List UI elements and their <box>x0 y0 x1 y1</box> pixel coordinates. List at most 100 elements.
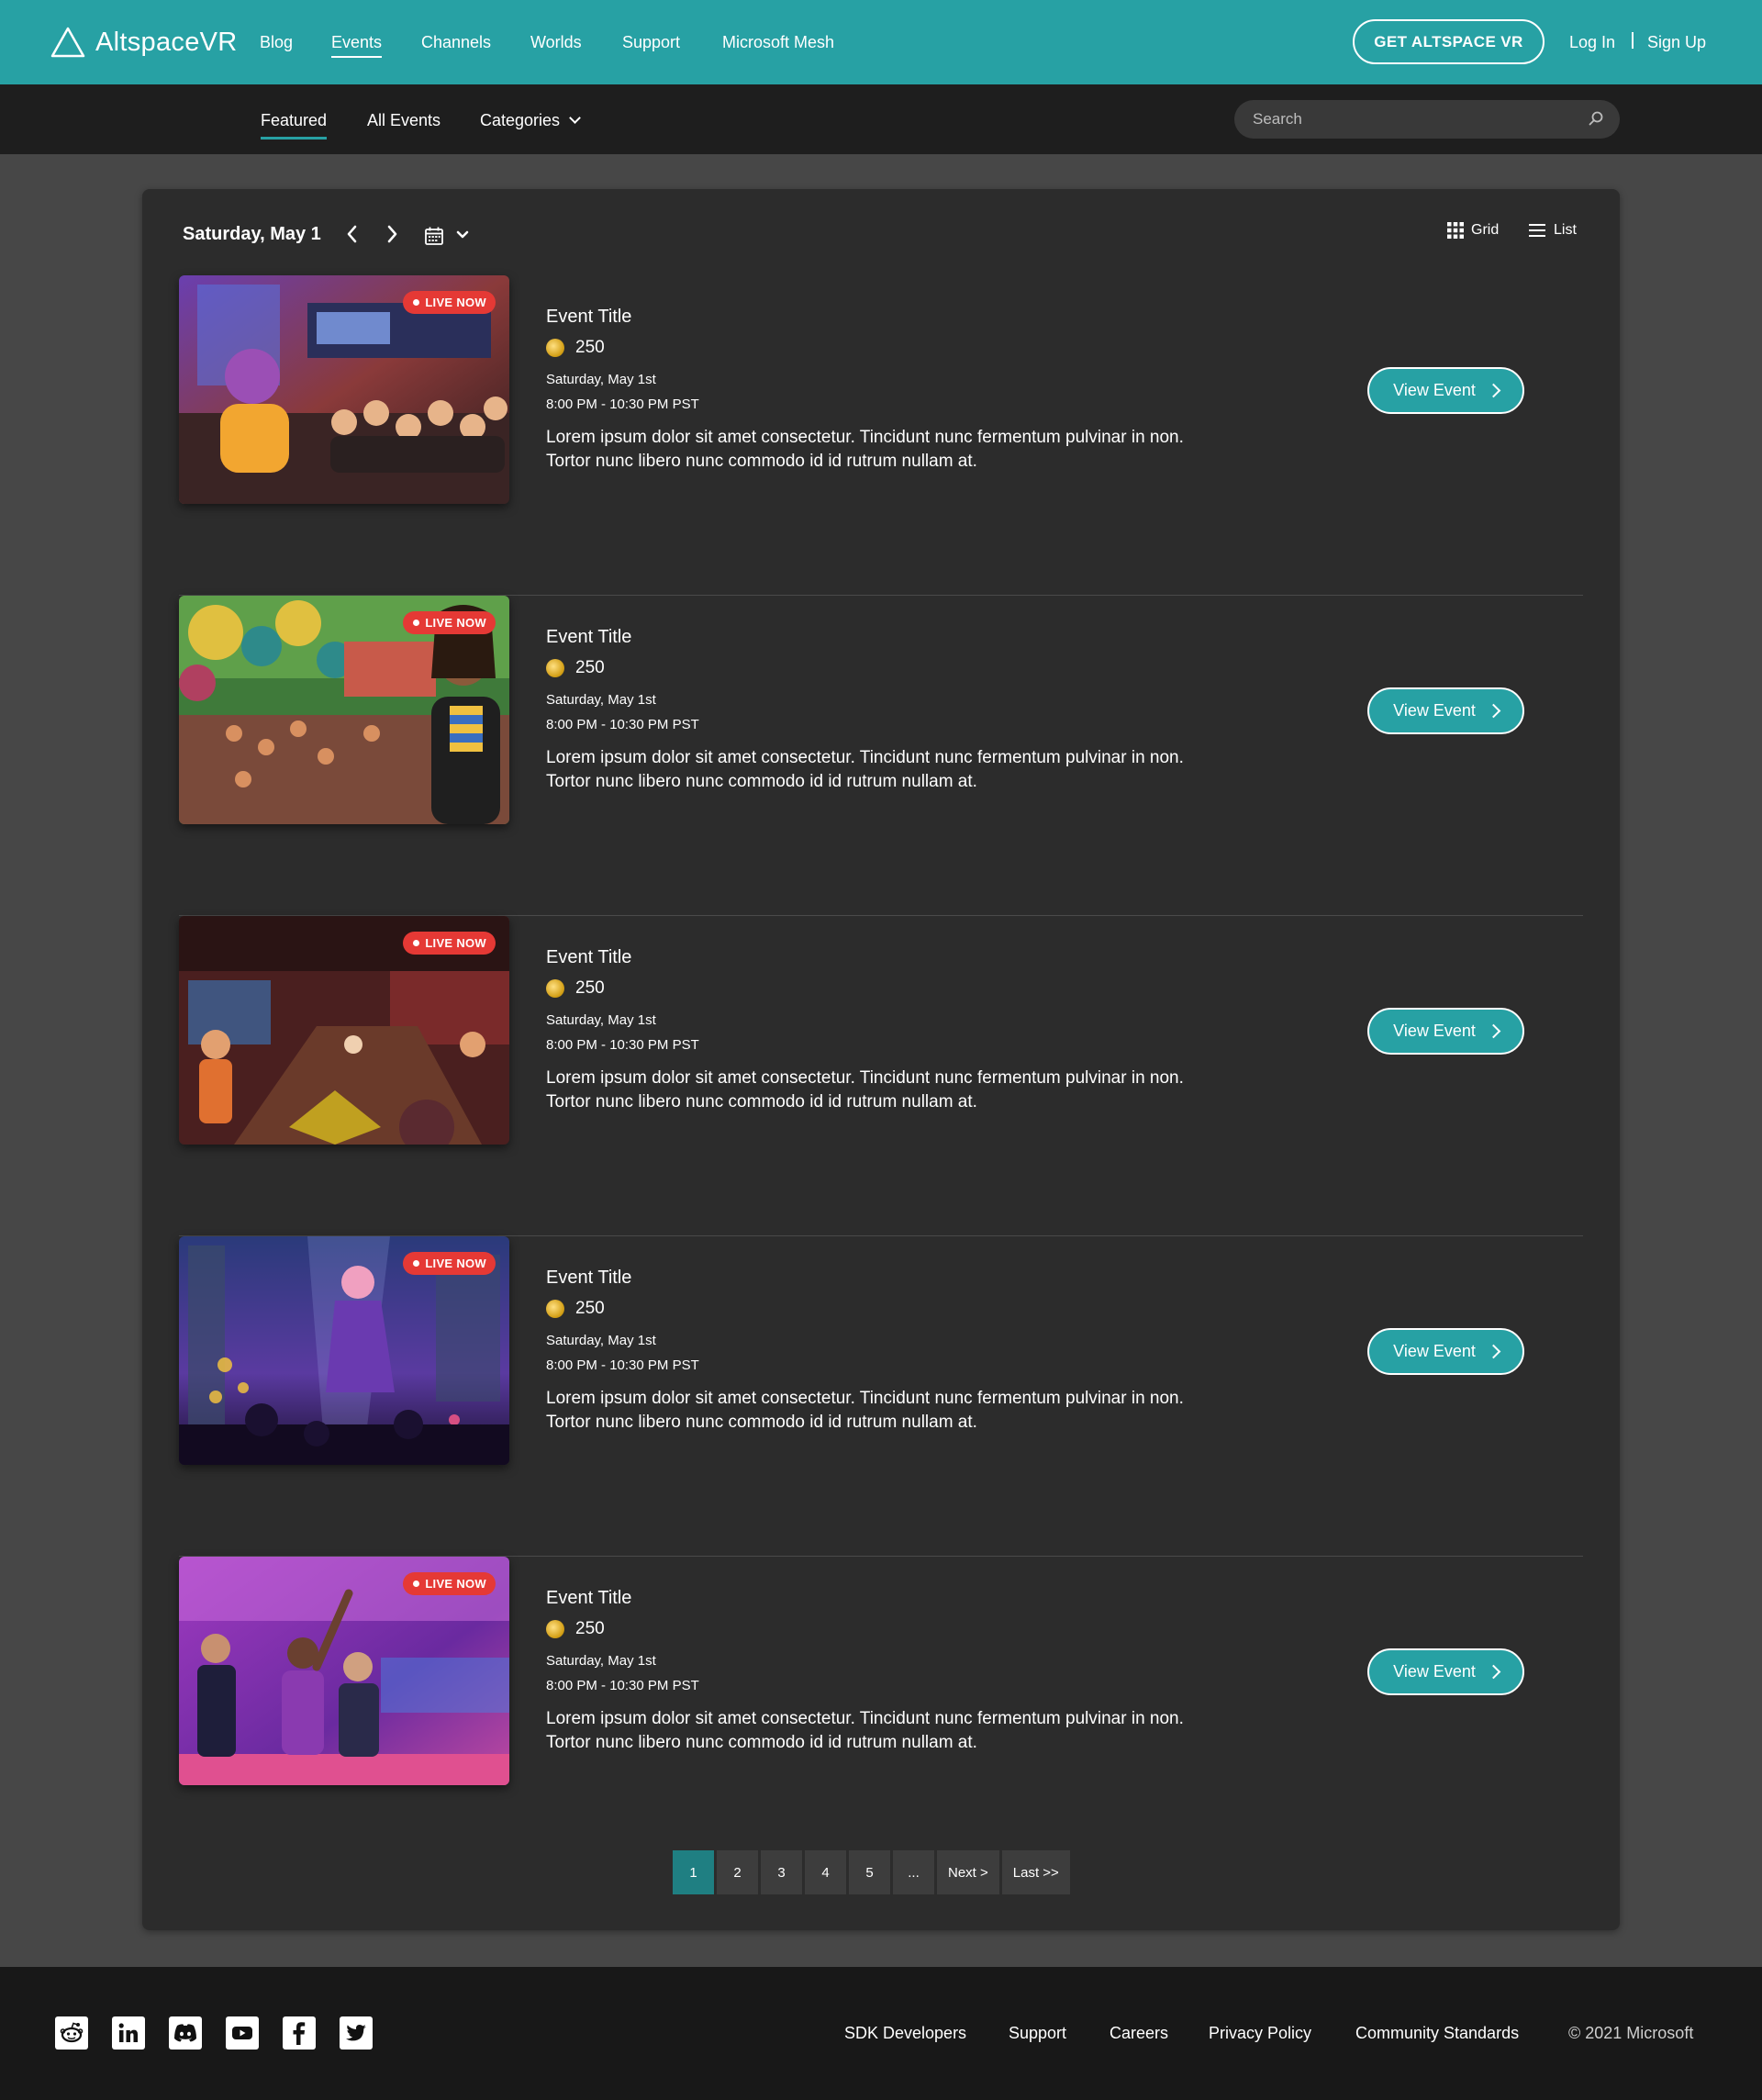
nav-microsoft-mesh[interactable]: Microsoft Mesh <box>722 31 834 53</box>
search-input[interactable]: Search <box>1234 100 1620 139</box>
list-view-toggle[interactable]: List <box>1528 222 1577 239</box>
live-now-badge: LIVE NOW <box>403 1572 496 1595</box>
search-icon[interactable] <box>1587 109 1605 128</box>
view-event-label: View Event <box>1393 1662 1476 1681</box>
nav-events[interactable]: Events <box>331 31 383 58</box>
event-description: Lorem ipsum dolor sit amet consectetur. … <box>546 748 1184 791</box>
event-title[interactable]: Event Title <box>546 627 631 648</box>
copyright-text: © 2021 Microsoft <box>1568 2024 1694 2042</box>
pagination: 1 2 3 4 5 ... Next > Last >> <box>673 1850 1070 1894</box>
event-price-value: 250 <box>575 338 605 357</box>
footer-link-support[interactable]: Support <box>1009 2024 1066 2043</box>
event-price-value: 250 <box>575 978 605 998</box>
live-now-badge: LIVE NOW <box>403 291 496 314</box>
page-button-3[interactable]: 3 <box>761 1850 802 1894</box>
event-price: 250 <box>546 978 605 999</box>
footer-link-careers[interactable]: Careers <box>1110 2024 1168 2043</box>
search-placeholder: Search <box>1253 110 1302 128</box>
event-date: Saturday, May 1st <box>546 372 656 387</box>
page-ellipsis[interactable]: ... <box>893 1850 934 1894</box>
view-event-button[interactable]: View Event <box>1367 1008 1524 1055</box>
view-event-button[interactable]: View Event <box>1367 687 1524 734</box>
coin-icon <box>546 1620 564 1638</box>
event-description: Lorem ipsum dolor sit amet consectetur. … <box>546 1068 1184 1111</box>
view-event-button[interactable]: View Event <box>1367 367 1524 414</box>
grid-label: Grid <box>1471 222 1500 238</box>
event-thumbnail[interactable]: LIVE NOW <box>179 596 509 824</box>
event-price-value: 250 <box>575 658 605 677</box>
tab-featured[interactable]: Featured <box>261 109 328 140</box>
list-icon <box>1529 224 1545 237</box>
coin-icon <box>546 979 564 998</box>
chevron-right-icon[interactable] <box>385 224 399 244</box>
nav-support[interactable]: Support <box>622 31 680 53</box>
page-button-2[interactable]: 2 <box>717 1850 758 1894</box>
next-page-button[interactable]: Next > <box>937 1850 999 1894</box>
last-page-button[interactable]: Last >> <box>1001 1850 1070 1894</box>
current-date-label: Saturday, May 1 <box>183 224 321 244</box>
event-title[interactable]: Event Title <box>546 1588 631 1609</box>
auth-divider <box>1632 32 1634 49</box>
grid-view-toggle[interactable]: Grid <box>1447 222 1499 239</box>
footer-link-community-standards[interactable]: Community Standards <box>1355 2024 1519 2043</box>
event-row: LIVE NOW Event Title 250 Saturday, May 1… <box>179 596 1583 916</box>
view-event-label: View Event <box>1393 1342 1476 1360</box>
youtube-icon[interactable] <box>226 2016 259 2050</box>
tab-all-events[interactable]: All Events <box>367 109 440 131</box>
event-row: LIVE NOW Event Title 250 Saturday, May 1… <box>179 1236 1583 1557</box>
chevron-right-icon <box>1486 1344 1501 1359</box>
linkedin-icon[interactable] <box>112 2016 145 2050</box>
list-label: List <box>1554 222 1577 238</box>
reddit-icon[interactable] <box>55 2016 88 2050</box>
get-altspace-button[interactable]: GET ALTSPACE VR <box>1353 19 1545 64</box>
chevron-right-icon <box>1486 383 1501 398</box>
event-date: Saturday, May 1st <box>546 1333 656 1348</box>
event-price-value: 250 <box>575 1299 605 1318</box>
footer-link-privacy-policy[interactable]: Privacy Policy <box>1209 2024 1311 2043</box>
nav-channels[interactable]: Channels <box>421 31 491 53</box>
discord-icon[interactable] <box>169 2016 202 2050</box>
top-navigation-bar: AltspaceVR Blog Events Channels Worlds S… <box>0 0 1762 84</box>
event-price: 250 <box>546 658 605 678</box>
login-link[interactable]: Log In <box>1569 31 1615 53</box>
calendar-icon[interactable] <box>424 226 444 246</box>
coin-icon <box>546 1300 564 1318</box>
view-event-button[interactable]: View Event <box>1367 1648 1524 1695</box>
tab-categories[interactable]: Categories <box>480 109 581 131</box>
event-description: Lorem ipsum dolor sit amet consectetur. … <box>546 1389 1184 1432</box>
signup-link[interactable]: Sign Up <box>1647 31 1706 53</box>
event-thumbnail[interactable]: LIVE NOW <box>179 1557 509 1785</box>
event-description: Lorem ipsum dolor sit amet consectetur. … <box>546 1709 1184 1752</box>
nav-blog[interactable]: Blog <box>260 31 293 53</box>
event-row: LIVE NOW Event Title 250 Saturday, May 1… <box>179 275 1583 596</box>
nav-worlds[interactable]: Worlds <box>530 31 582 53</box>
page-button-4[interactable]: 4 <box>805 1850 846 1894</box>
footer-link-sdk-developers[interactable]: SDK Developers <box>844 2024 966 2043</box>
event-thumbnail[interactable]: LIVE NOW <box>179 275 509 504</box>
view-event-button[interactable]: View Event <box>1367 1328 1524 1375</box>
event-description: Lorem ipsum dolor sit amet consectetur. … <box>546 428 1184 471</box>
chevron-down-icon[interactable] <box>455 229 470 240</box>
event-title[interactable]: Event Title <box>546 947 631 968</box>
event-time: 8:00 PM - 10:30 PM PST <box>546 1678 699 1693</box>
event-date: Saturday, May 1st <box>546 1012 656 1028</box>
altspacevr-logo[interactable]: AltspaceVR <box>50 24 238 61</box>
event-date: Saturday, May 1st <box>546 692 656 708</box>
event-title[interactable]: Event Title <box>546 307 631 328</box>
chevron-left-icon[interactable] <box>345 224 360 244</box>
view-event-label: View Event <box>1393 381 1476 399</box>
logo-text: AltspaceVR <box>95 27 238 57</box>
page-button-1[interactable]: 1 <box>673 1850 714 1894</box>
facebook-icon[interactable] <box>283 2016 316 2050</box>
grid-icon <box>1447 222 1464 239</box>
chevron-right-icon <box>1486 1664 1501 1680</box>
coin-icon <box>546 659 564 677</box>
event-title[interactable]: Event Title <box>546 1268 631 1289</box>
twitter-icon[interactable] <box>340 2016 373 2050</box>
event-thumbnail[interactable]: LIVE NOW <box>179 916 509 1145</box>
page-button-5[interactable]: 5 <box>849 1850 890 1894</box>
event-thumbnail[interactable]: LIVE NOW <box>179 1236 509 1465</box>
event-price: 250 <box>546 1299 605 1319</box>
event-date: Saturday, May 1st <box>546 1653 656 1669</box>
event-row: LIVE NOW Event Title 250 Saturday, May 1… <box>179 1557 1583 1877</box>
